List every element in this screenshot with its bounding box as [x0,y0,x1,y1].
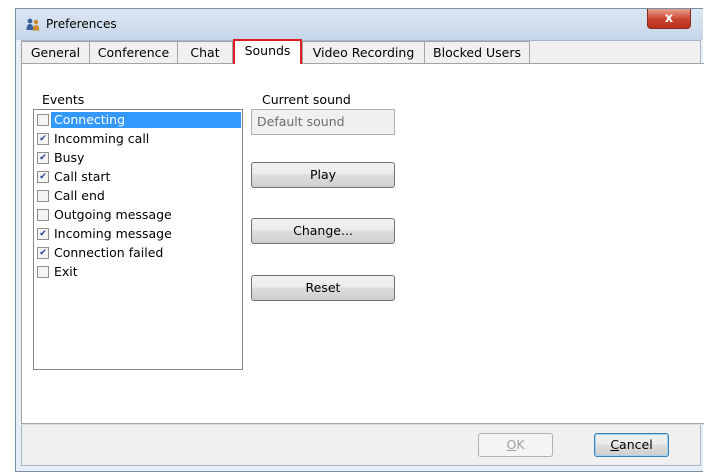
close-button[interactable]: x [647,9,691,29]
checkbox-unchecked[interactable] [37,208,49,221]
tab-general[interactable]: General [21,41,90,63]
checkbox-checked[interactable]: ✔ [37,151,49,164]
event-item[interactable]: Connecting [37,111,241,128]
event-label: Busy [54,149,85,165]
cancel-mnemonic: C [610,437,620,452]
tab-sounds[interactable]: Sounds [233,39,302,64]
event-label: Call start [54,168,111,184]
ok-label-rest: K [516,437,525,452]
event-label: Call end [54,187,105,203]
checkbox-checked[interactable]: ✔ [37,170,49,183]
tab-conference[interactable]: Conference [89,41,178,63]
event-label: Connection failed [54,244,164,260]
event-item[interactable]: ✔ Incoming message [37,225,175,242]
play-button[interactable]: Play [251,162,395,188]
event-item[interactable]: Outgoing message [37,206,175,223]
checkbox-unchecked[interactable] [37,189,49,202]
reset-button[interactable]: Reset [251,275,395,301]
event-item[interactable]: ✔ Connection failed [37,244,166,261]
event-item[interactable]: Call end [37,187,108,204]
tab-video-recording[interactable]: Video Recording [302,41,425,63]
event-label: Exit [54,263,78,279]
events-label: Events [42,92,85,107]
event-label: Incomming call [54,130,150,146]
event-item[interactable]: ✔ Incomming call [37,130,152,147]
checkbox-checked[interactable]: ✔ [37,246,49,259]
users-icon [26,18,40,31]
cancel-label-rest: ancel [619,437,653,452]
cancel-button[interactable]: Cancel [594,433,669,457]
event-label: Outgoing message [54,206,172,222]
checkbox-checked[interactable]: ✔ [37,227,49,240]
event-label: Connecting [51,111,241,128]
event-label: Incoming message [54,225,172,241]
close-icon: x [664,11,674,26]
current-sound-label: Current sound [262,92,351,107]
checkbox-checked[interactable]: ✔ [37,132,49,145]
title-bar[interactable]: Preferences x [16,9,703,40]
tab-chat[interactable]: Chat [177,41,233,63]
window-title: Preferences [46,17,117,31]
checkbox-unchecked[interactable] [37,113,49,126]
ok-mnemonic: O [506,437,517,452]
tab-blocked-users[interactable]: Blocked Users [424,41,530,63]
current-sound-field: Default sound [251,109,395,135]
event-item[interactable]: ✔ Call start [37,168,113,185]
checkbox-unchecked[interactable] [37,265,49,278]
events-list[interactable]: Connecting ✔ Incomming call ✔ Busy ✔ Call star… [33,109,243,370]
event-item[interactable]: Exit [37,263,81,280]
change-button[interactable]: Change... [251,218,395,244]
footer-divider [21,424,704,425]
event-item[interactable]: ✔ Busy [37,149,87,166]
ok-button[interactable]: OK [478,433,553,457]
